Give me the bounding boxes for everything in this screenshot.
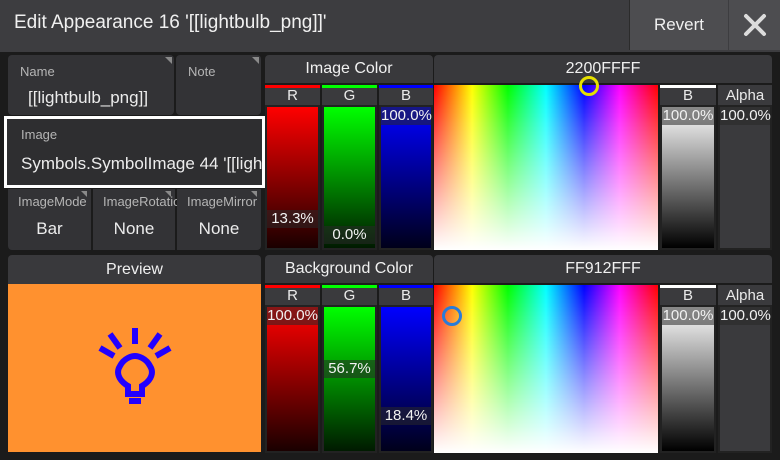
channel-value: 18.4% <box>381 407 431 425</box>
image-rotation-field[interactable]: ImageRotation None <box>93 189 179 250</box>
preview-header: Preview <box>8 255 261 284</box>
image-color-r-slider[interactable]: R 13.3% <box>265 85 320 250</box>
background-color-header: Background Color <box>265 255 433 283</box>
window-title: Edit Appearance 16 '[[lightbulb_png]]' <box>14 12 327 33</box>
background-color-alpha-slider[interactable]: Alpha 100.0% <box>718 285 772 453</box>
note-field[interactable]: Note <box>176 55 261 115</box>
image-color-g-slider[interactable]: G 0.0% <box>322 85 377 250</box>
image-mirror-label: ImageMirror <box>187 194 258 209</box>
channel-value: 100.0% <box>720 307 771 325</box>
channel-label: B <box>682 86 693 104</box>
name-label: Name <box>20 64 55 79</box>
background-color-brightness-slider[interactable]: B 100.0% <box>660 285 716 453</box>
lightbulb-icon <box>98 328 172 404</box>
channel-label: G <box>343 286 356 304</box>
revert-button[interactable]: Revert <box>629 0 728 50</box>
note-label: Note <box>188 64 216 79</box>
channel-label: B <box>400 86 411 104</box>
channel-label: Alpha <box>725 286 765 304</box>
channel-value: 100.0% <box>662 307 714 325</box>
image-mode-label: ImageMode <box>18 194 87 209</box>
channel-value: 100.0% <box>662 107 714 125</box>
image-color-alpha-slider[interactable]: Alpha 100.0% <box>718 85 772 250</box>
channel-value: 100.0% <box>381 107 432 125</box>
channel-label: B <box>400 286 411 304</box>
image-field[interactable]: Image Symbols.SymbolImage 44 '[[lightbul… <box>4 116 265 188</box>
image-mode-field[interactable]: ImageMode Bar <box>8 189 91 250</box>
close-button[interactable] <box>729 0 780 50</box>
image-rotation-label: ImageRotation <box>103 194 179 209</box>
image-color-picker-handle[interactable] <box>579 76 599 96</box>
name-field[interactable]: Name [[lightbulb_png]] <box>8 55 174 115</box>
background-color-picker[interactable] <box>434 285 658 453</box>
image-mirror-value: None <box>198 219 240 238</box>
preview-area <box>8 284 261 452</box>
channel-value: 100.0% <box>267 307 318 325</box>
image-color-hex[interactable]: 2200FFFF <box>434 55 772 83</box>
channel-label: B <box>682 286 693 304</box>
image-mirror-field[interactable]: ImageMirror None <box>177 189 261 250</box>
title-bar: Edit Appearance 16 '[[lightbulb_png]]' R… <box>0 0 780 52</box>
image-value: Symbols.SymbolImage 44 '[[lightbulb_png]… <box>21 154 263 173</box>
image-rotation-value: None <box>113 219 155 238</box>
image-color-header: Image Color <box>265 55 433 83</box>
background-color-r-slider[interactable]: R 100.0% <box>265 285 320 453</box>
image-color-b-slider[interactable]: B 100.0% <box>379 85 433 250</box>
channel-label: R <box>287 86 298 104</box>
background-color-b-slider[interactable]: B 18.4% <box>379 285 433 453</box>
background-color-picker-handle[interactable] <box>442 306 462 326</box>
name-value: [[lightbulb_png]] <box>28 88 149 107</box>
channel-value: 100.0% <box>720 107 771 125</box>
image-color-brightness-slider[interactable]: B 100.0% <box>660 85 716 250</box>
channel-label: Alpha <box>725 86 765 104</box>
image-label: Image <box>21 127 58 142</box>
channel-value: 13.3% <box>267 210 318 228</box>
channel-label: G <box>343 86 356 104</box>
close-icon <box>743 14 766 36</box>
image-color-picker[interactable] <box>434 76 658 250</box>
image-mode-value: Bar <box>36 219 63 238</box>
channel-value: 0.0% <box>324 226 375 244</box>
channel-value: 56.7% <box>324 360 375 378</box>
edit-corner-icon <box>165 57 172 64</box>
channel-label: R <box>287 286 298 304</box>
background-color-g-slider[interactable]: G 56.7% <box>322 285 377 453</box>
edit-corner-icon <box>252 57 259 64</box>
background-color-hex[interactable]: FF912FFF <box>434 255 772 283</box>
